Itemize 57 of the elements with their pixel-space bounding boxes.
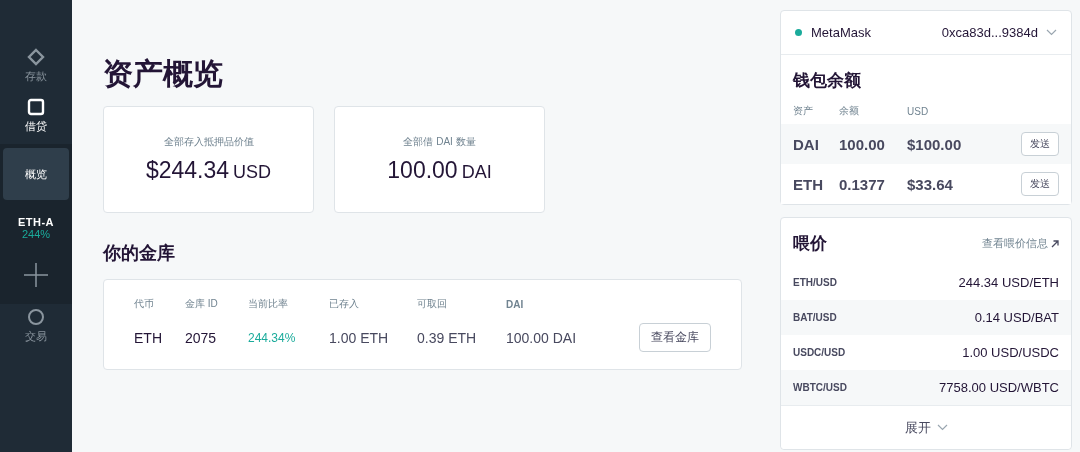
vault-name: ETH-A (17, 216, 55, 228)
table-cell-text: 244.34% (248, 330, 297, 345)
circle-icon (27, 308, 45, 326)
price-pair: WBTC/USD (793, 382, 847, 393)
table-cell-text: 1.00 ETH (329, 329, 390, 346)
feed-info-link[interactable]: 查看喂价信息 (982, 236, 1059, 251)
nav-item[interactable]: 借贷 (0, 94, 72, 144)
table-cell-text: 0.1377 (839, 175, 886, 193)
wallet-selector[interactable]: MetaMask 0xca83d...9384d (781, 11, 1071, 55)
stat-label: 全部存入抵押品价值 (163, 135, 254, 149)
table-cell-text: DAI (793, 135, 820, 153)
vault-item[interactable]: ETH-A 244% (13, 214, 59, 242)
stat-value: 100.00 DAI (387, 157, 492, 184)
column-header: USD (907, 105, 930, 117)
price-pair: BAT/USD (793, 312, 837, 323)
stat-label: 全部借 DAI 数量 (403, 135, 476, 149)
chevron-down-icon (1046, 29, 1057, 36)
price-pair: ETH/USD (793, 277, 837, 288)
table-cell-text: 100.00 (839, 135, 886, 153)
column-header: 资产 (793, 104, 814, 118)
card-title: 钱包余额 (793, 70, 862, 92)
table-cell-text: $100.00 (907, 135, 963, 153)
send-button[interactable]: 发送 (1021, 172, 1059, 196)
page-title: 资产概览 (103, 56, 224, 92)
section-title: 你的金库 (103, 242, 176, 265)
column-header: DAI (506, 298, 525, 310)
column-header: 可取回 (417, 297, 448, 311)
table-cell-text: $33.64 (907, 175, 954, 193)
column-header: 余额 (839, 104, 860, 118)
expand-button[interactable]: 展开 (781, 405, 1071, 449)
price-value: 1.00 USD/USDC (962, 345, 1059, 360)
nav-item[interactable]: 交易 (0, 304, 72, 354)
chevron-down-icon (936, 424, 948, 431)
table-cell-text: 0.39 ETH (417, 329, 478, 346)
price-value: 7758.00 USD/WBTC (939, 380, 1059, 395)
send-button[interactable]: 发送 (1021, 132, 1059, 156)
table-cell-text: 100.00 DAI (506, 329, 578, 346)
view-vault-button[interactable]: 查看金库 (639, 323, 711, 352)
vault-ratio: 244% (21, 228, 51, 240)
price-pair: USDC/USD (793, 347, 846, 358)
overview-item[interactable]: 概览 (3, 148, 69, 200)
table-cell-text: ETH (793, 175, 824, 193)
square-icon (27, 98, 45, 116)
card-title: 喂价 (793, 233, 827, 255)
diamond-icon (27, 48, 45, 66)
table-cell-text: 2075 (185, 329, 218, 346)
column-header: 金库 ID (185, 297, 219, 311)
column-header: 已存入 (329, 297, 360, 311)
stat-value: $244.34 USD (145, 157, 272, 184)
column-header: 当前比率 (248, 297, 289, 311)
table-cell-text: ETH (134, 329, 163, 346)
plus-icon[interactable] (23, 262, 49, 288)
price-value: 0.14 USD/BAT (974, 310, 1059, 325)
price-value: 244.34 USD/ETH (958, 275, 1059, 290)
external-arrow-icon (1051, 239, 1059, 248)
nav-item[interactable]: 存款 (0, 44, 72, 94)
column-header: 代币 (134, 297, 155, 311)
